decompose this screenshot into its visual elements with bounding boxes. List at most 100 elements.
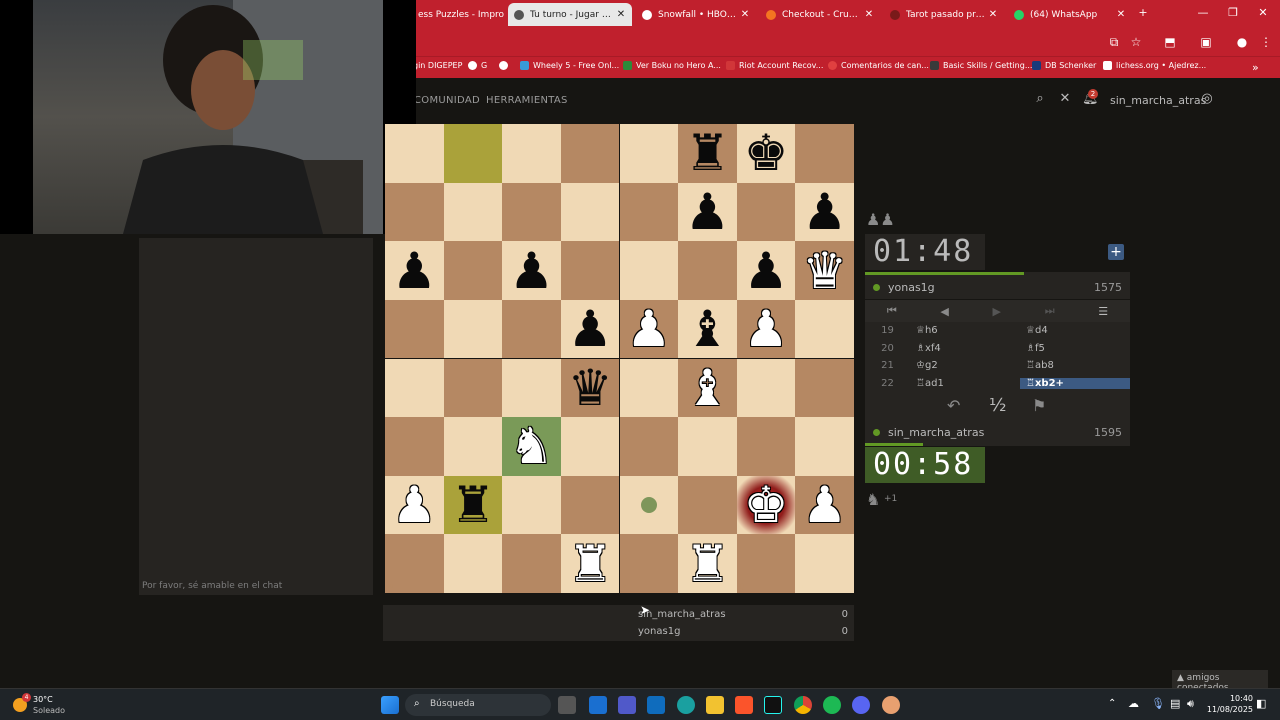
friends-online-button[interactable]: ▲ amigos conectados bbox=[1172, 670, 1268, 693]
system-clock[interactable]: 10:40 11/08/2025 bbox=[1205, 693, 1253, 715]
chess-piece-e5[interactable]: ♟ bbox=[620, 300, 679, 359]
resign-flag-icon[interactable]: ⚑ bbox=[1032, 396, 1046, 415]
board-square[interactable] bbox=[560, 417, 620, 476]
prev-move-icon[interactable]: ◀ bbox=[940, 305, 948, 318]
chess-piece-f1[interactable]: ♜ bbox=[678, 534, 737, 593]
tiktok-icon[interactable] bbox=[764, 696, 782, 714]
board-square[interactable] bbox=[385, 299, 444, 359]
board-square[interactable] bbox=[502, 534, 561, 593]
board-square[interactable] bbox=[560, 124, 620, 183]
crosstable-name[interactable]: yonas1g bbox=[638, 626, 842, 637]
nav-herramientas[interactable]: HERRAMIENTAS bbox=[486, 95, 568, 106]
bookmark-item[interactable] bbox=[499, 61, 512, 70]
board-square[interactable] bbox=[678, 475, 737, 535]
board-square[interactable] bbox=[443, 124, 503, 183]
outlook-icon[interactable] bbox=[647, 696, 665, 714]
store-icon[interactable] bbox=[589, 696, 607, 714]
board-square[interactable] bbox=[619, 358, 679, 418]
tab-crunchyroll[interactable]: Checkout - Crunchyro ✕ bbox=[760, 3, 880, 26]
board-square[interactable] bbox=[443, 358, 503, 418]
restore-icon[interactable]: ❐ bbox=[1218, 6, 1248, 19]
chess-piece-d4[interactable]: ♛ bbox=[561, 359, 620, 418]
white-move[interactable]: ♔g2 bbox=[910, 360, 1020, 371]
chess-piece-c3[interactable]: ♞ bbox=[502, 417, 561, 476]
black-move[interactable]: ♖ab8 bbox=[1020, 360, 1130, 371]
board-square[interactable] bbox=[619, 534, 679, 593]
black-move[interactable]: ♖xb2+ bbox=[1020, 377, 1130, 389]
chess-piece-g2[interactable]: ♚ bbox=[737, 476, 796, 535]
spotify-icon[interactable] bbox=[823, 696, 841, 714]
chess-piece-g8[interactable]: ♚ bbox=[737, 124, 796, 183]
board-square[interactable] bbox=[385, 417, 444, 476]
board-square[interactable] bbox=[385, 358, 444, 418]
nav-comunidad[interactable]: COMUNIDAD bbox=[414, 95, 480, 106]
tab-lichess-game[interactable]: Tu turno - Jugar yona ✕ bbox=[508, 3, 632, 26]
board-square[interactable] bbox=[443, 182, 503, 242]
teams-icon[interactable] bbox=[618, 696, 636, 714]
board-square[interactable] bbox=[502, 182, 561, 242]
board-square[interactable] bbox=[502, 475, 561, 535]
bookmark-star-icon[interactable]: ☆ bbox=[1128, 34, 1144, 50]
bookmark-item[interactable]: DB Schenker bbox=[1032, 61, 1096, 70]
minimize-icon[interactable]: — bbox=[1188, 6, 1218, 19]
onedrive-icon[interactable]: ☁ bbox=[1128, 697, 1139, 710]
tab-tarot[interactable]: Tarot pasado present ✕ bbox=[884, 3, 1004, 26]
close-icon[interactable]: ✕ bbox=[986, 9, 1000, 20]
close-icon[interactable]: ✕ bbox=[614, 9, 628, 20]
weather-widget[interactable]: 30°C Soleado bbox=[33, 694, 65, 716]
bookmark-item[interactable]: Basic Skills / Getting... bbox=[930, 61, 1032, 70]
bookmarks-overflow-icon[interactable]: » bbox=[1252, 61, 1259, 74]
next-move-icon[interactable]: ▶ bbox=[993, 305, 1001, 318]
install-app-icon[interactable]: ⧉ bbox=[1106, 34, 1122, 50]
board-square[interactable] bbox=[385, 182, 444, 242]
chess-piece-g5[interactable]: ♟ bbox=[737, 300, 796, 359]
board-square[interactable] bbox=[619, 124, 679, 183]
bookmark-item[interactable]: G bbox=[468, 61, 487, 70]
board-square[interactable] bbox=[502, 299, 561, 359]
board-square[interactable] bbox=[619, 241, 679, 300]
search-icon[interactable]: ⌕ bbox=[1032, 91, 1048, 107]
profile-icon[interactable]: ● bbox=[1234, 34, 1250, 50]
board-square[interactable] bbox=[560, 182, 620, 242]
tab-whatsapp[interactable]: (64) WhatsApp ✕ bbox=[1008, 3, 1132, 26]
taskbar-search[interactable]: ⌕ Búsqueda bbox=[405, 694, 551, 716]
board-square[interactable] bbox=[560, 475, 620, 535]
board-square[interactable] bbox=[619, 182, 679, 242]
bookmark-item[interactable]: Ver Boku no Hero A... bbox=[623, 61, 721, 70]
file-explorer-icon[interactable] bbox=[706, 696, 724, 714]
add-time-icon[interactable]: + bbox=[1108, 244, 1124, 260]
sidebar-icon[interactable]: ▣ bbox=[1198, 34, 1214, 50]
board-square[interactable] bbox=[736, 358, 796, 418]
brave-icon[interactable] bbox=[735, 696, 753, 714]
bookmark-item[interactable]: lichess.org • Ajedrez... bbox=[1103, 61, 1206, 70]
cross-swords-icon[interactable]: ✕ bbox=[1057, 91, 1073, 107]
board-square[interactable] bbox=[443, 417, 503, 476]
board-square[interactable] bbox=[385, 534, 444, 593]
crosstable-name[interactable]: sin_marcha_atras bbox=[638, 609, 842, 620]
chess-board[interactable]: ♜ ♚ ♟ ♟ ♟ ♟ ♟ ♛ ♟ ♟ ♝ ♟ ♛ ♝ ♞ ♟ ♜ ♚ ♟ ♜ ♜ a b c d e f g h 8 7 6 5 4 3 2 1 bbox=[385, 124, 854, 593]
white-move[interactable]: ♕h6 bbox=[910, 325, 1020, 336]
microphone-icon[interactable]: 🎙︎ bbox=[1151, 697, 1165, 710]
chess-piece-b2[interactable]: ♜ bbox=[444, 476, 503, 535]
network-icon[interactable]: ▤ bbox=[1170, 697, 1180, 710]
chrome-icon[interactable] bbox=[794, 696, 812, 714]
new-tab-icon[interactable]: + bbox=[1128, 6, 1158, 19]
windows-start-icon[interactable] bbox=[381, 696, 399, 714]
draw-offer-button[interactable]: ½ bbox=[989, 395, 1006, 416]
board-square[interactable] bbox=[678, 241, 737, 300]
chess-piece-a2[interactable]: ♟ bbox=[385, 476, 444, 535]
task-view-icon[interactable] bbox=[558, 696, 576, 714]
white-move[interactable]: ♗xf4 bbox=[910, 343, 1020, 354]
board-square[interactable] bbox=[736, 534, 796, 593]
chevron-up-icon[interactable]: ⌃ bbox=[1108, 698, 1116, 709]
white-move[interactable]: ♖ad1 bbox=[910, 378, 1020, 389]
board-square[interactable] bbox=[736, 417, 796, 476]
app-icon[interactable] bbox=[882, 696, 900, 714]
me-name[interactable]: sin_marcha_atras bbox=[888, 426, 1094, 439]
chess-piece-g6[interactable]: ♟ bbox=[737, 241, 796, 300]
board-square[interactable] bbox=[385, 124, 444, 183]
extensions-icon[interactable]: ⬒ bbox=[1162, 34, 1178, 50]
close-icon[interactable]: ✕ bbox=[862, 9, 876, 20]
black-move[interactable]: ♗f5 bbox=[1020, 343, 1130, 354]
edge-icon[interactable] bbox=[677, 696, 695, 714]
